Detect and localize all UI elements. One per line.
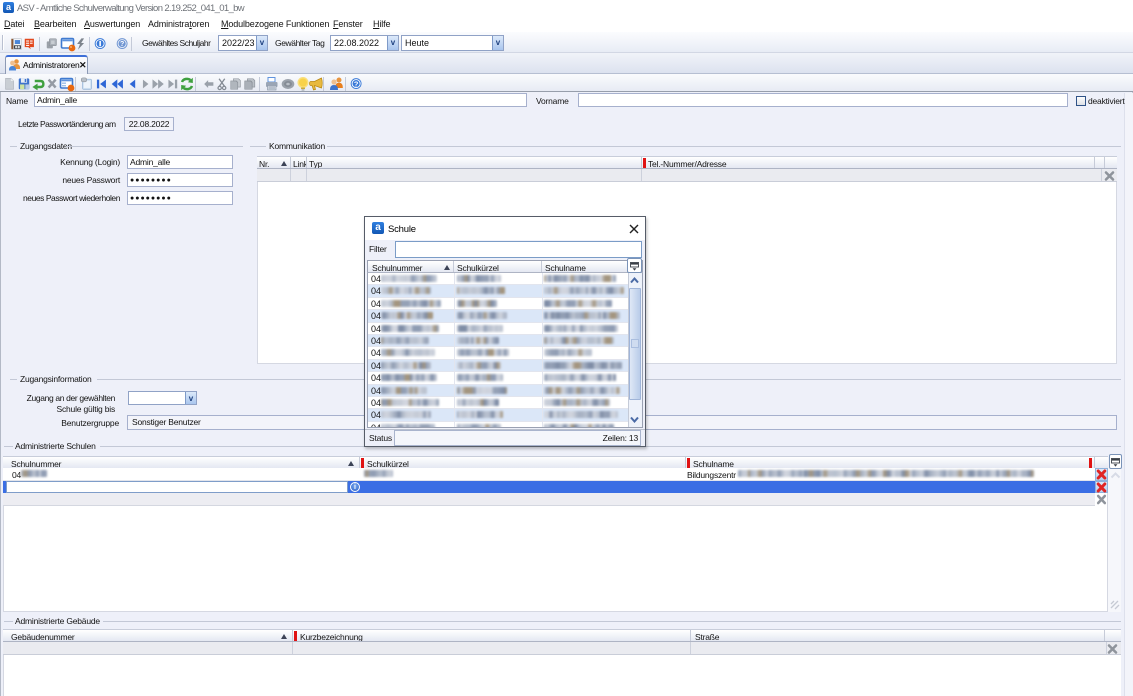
svg-text:?: ? <box>354 79 359 88</box>
svg-text:?: ? <box>120 41 124 48</box>
